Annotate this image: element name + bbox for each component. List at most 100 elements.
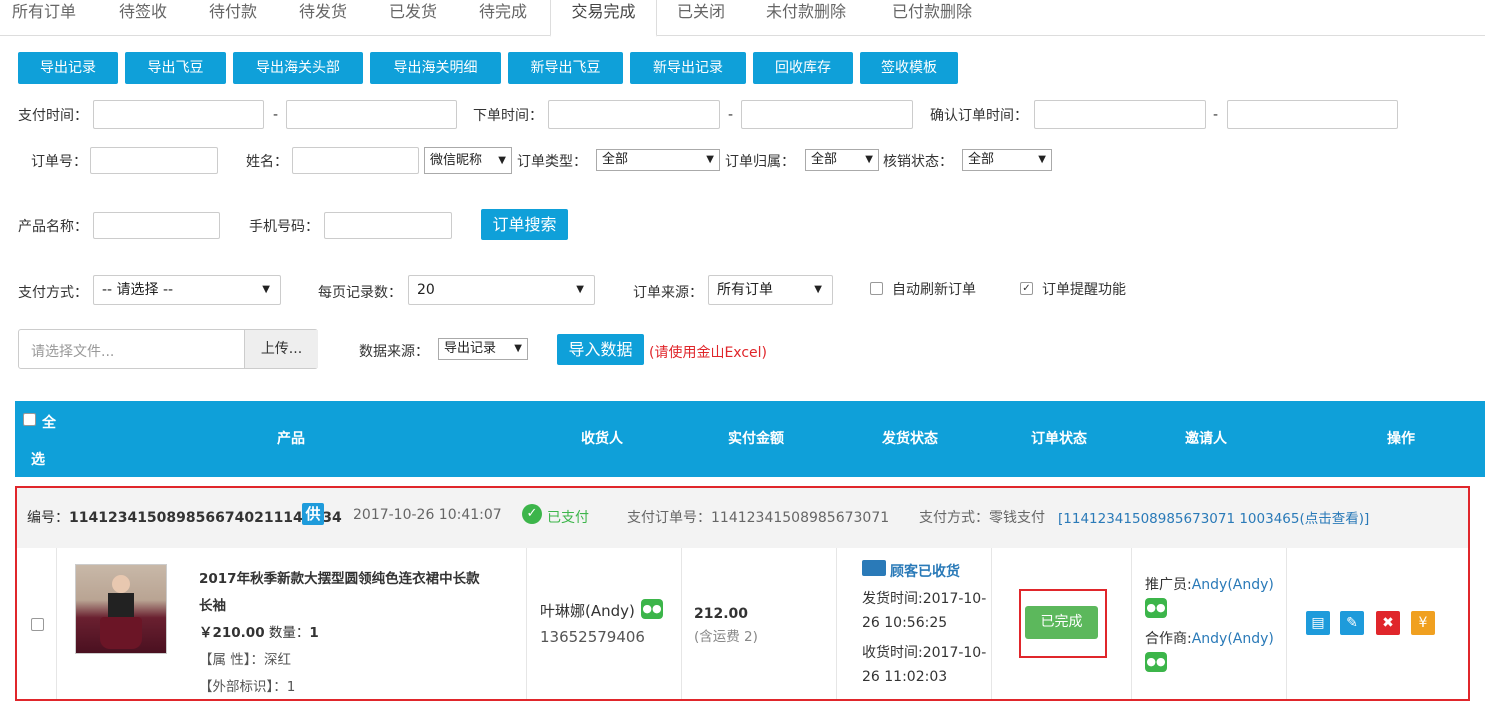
confirm-time-end-input[interactable] xyxy=(1227,100,1398,129)
order-number: 编号：1141234150898566740211141234 xyxy=(27,510,342,526)
order-owner-select[interactable]: 全部 ▼ xyxy=(805,149,879,171)
phone-input[interactable] xyxy=(324,212,452,239)
tab-completed[interactable]: 交易完成 xyxy=(550,0,657,37)
tab-closed[interactable]: 已关闭 xyxy=(677,0,725,36)
partner: 合作商:Andy(Andy) xyxy=(1145,631,1274,647)
confirm-time-start-input[interactable] xyxy=(1034,100,1206,129)
completed-status-button[interactable]: 已完成 xyxy=(1025,606,1098,639)
file-picker: 请选择文件... 上传... xyxy=(18,329,318,369)
file-input[interactable]: 请选择文件... xyxy=(31,341,114,361)
chevron-down-icon: ▼ xyxy=(576,284,584,295)
row-checkbox[interactable] xyxy=(31,618,44,631)
truck-icon xyxy=(862,560,886,576)
data-source-select[interactable]: 导出记录 ▼ xyxy=(438,338,528,360)
product-name-input[interactable] xyxy=(93,212,220,239)
order-reminder-checkbox[interactable]: ✓ xyxy=(1020,282,1033,295)
order-type-select[interactable]: 全部 ▼ xyxy=(596,149,720,171)
product-attribute: 【属 性】：深红 xyxy=(199,652,292,668)
tab-pending-complete[interactable]: 待完成 xyxy=(479,0,527,36)
wechat-icon[interactable]: ●● xyxy=(1145,598,1167,618)
inviter-cell: 推广员:Andy(Andy) ●● 合作商:Andy(Andy) ●● xyxy=(1132,548,1287,699)
order-reminder-label: 订单提醒功能 xyxy=(1042,282,1126,298)
receive-time-line-1: 收货时间:2017-10- xyxy=(862,645,987,661)
verify-status-label: 核销状态： xyxy=(883,154,953,170)
chevron-down-icon: ▼ xyxy=(514,343,522,354)
wechat-icon[interactable]: ●● xyxy=(1145,652,1167,672)
tab-all[interactable]: 所有订单 xyxy=(12,0,76,36)
receiver-name: 叶琳娜(Andy) xyxy=(540,602,635,620)
order-time-label: 下单时间： xyxy=(473,108,543,124)
paid-status: 已支付 xyxy=(547,510,589,526)
tab-shipped[interactable]: 已发货 xyxy=(389,0,437,36)
select-all-checkbox[interactable] xyxy=(23,413,36,426)
tab-unpaid-deleted[interactable]: 未付款删除 xyxy=(766,0,846,36)
page-size-select[interactable]: 20 ▼ xyxy=(408,275,595,305)
pay-method-select[interactable]: -- 请选择 -- ▼ xyxy=(93,275,281,305)
product-price-qty: ￥210.00 数量：1 xyxy=(199,625,319,641)
order-time: 2017-10-26 10:41:07 xyxy=(353,507,502,523)
col-inviter: 邀请人 xyxy=(1185,431,1227,447)
confirm-time-dash: - xyxy=(1213,107,1219,123)
tab-pending-ship[interactable]: 待发货 xyxy=(299,0,347,36)
new-export-feidou-button[interactable]: 新导出飞豆 xyxy=(508,52,623,84)
order-no-input[interactable] xyxy=(90,147,218,174)
export-feidou-button[interactable]: 导出飞豆 xyxy=(125,52,226,84)
product-price: ￥210.00 xyxy=(199,625,265,641)
phone-label: 手机号码： xyxy=(249,219,319,235)
chevron-down-icon: ▼ xyxy=(865,154,873,165)
tab-pending-sign[interactable]: 待签收 xyxy=(119,0,167,36)
product-name-label: 产品名称： xyxy=(18,219,88,235)
pay-detail-link[interactable]: [11412341508985673071 1003465(点击查看)] xyxy=(1058,507,1369,527)
product-qty: 1 xyxy=(309,625,319,641)
sign-template-button[interactable]: 签收模板 xyxy=(860,52,958,84)
amount-cell: 212.00 (含运费 2) xyxy=(682,548,837,699)
order-time-dash: - xyxy=(728,107,734,123)
refund-icon[interactable]: ¥ xyxy=(1411,611,1435,635)
order-status-cell: 已完成 xyxy=(992,548,1132,699)
order-time-start-input[interactable] xyxy=(548,100,720,129)
col-paid-amount: 实付金额 xyxy=(728,431,784,447)
import-hint: (请使用金山Excel) xyxy=(649,345,768,361)
order-header: 编号：1141234150898566740211141234 供 2017-1… xyxy=(17,488,1468,548)
delete-icon[interactable]: ✖ xyxy=(1376,611,1400,635)
wechat-icon[interactable]: ●● xyxy=(641,599,663,619)
pay-time-start-input[interactable] xyxy=(93,100,264,129)
chevron-down-icon: ▼ xyxy=(498,155,506,166)
export-customs-header-button[interactable]: 导出海关头部 xyxy=(233,52,363,84)
receiver-phone: 13652579406 xyxy=(540,628,645,646)
product-title-cont: 长袖 xyxy=(199,598,226,614)
import-data-button[interactable]: 导入数据 xyxy=(557,334,644,365)
table-header: 全 选 产品 收货人 实付金额 发货状态 订单状态 邀请人 操作 xyxy=(15,401,1485,477)
row-select-cell xyxy=(17,548,57,699)
receive-time-line-2: 26 11:02:03 xyxy=(862,669,948,685)
pay-time-end-input[interactable] xyxy=(286,100,457,129)
order-search-button[interactable]: 订单搜索 xyxy=(481,209,568,240)
recycle-stock-button[interactable]: 回收库存 xyxy=(753,52,853,84)
export-customs-detail-button[interactable]: 导出海关明细 xyxy=(370,52,501,84)
ship-time-line-1: 发货时间:2017-10- xyxy=(862,591,987,607)
name-label: 姓名： xyxy=(246,154,288,170)
ship-state: 顾客已收货 xyxy=(890,564,960,580)
upload-button[interactable]: 上传... xyxy=(244,330,318,368)
name-input[interactable] xyxy=(292,147,419,174)
name-type-select[interactable]: 微信昵称 ▼ xyxy=(424,147,512,174)
tab-paid-deleted[interactable]: 已付款删除 xyxy=(892,0,972,36)
chevron-down-icon: ▼ xyxy=(1038,154,1046,165)
auto-refresh-checkbox[interactable] xyxy=(870,282,883,295)
order-time-end-input[interactable] xyxy=(741,100,913,129)
view-detail-icon[interactable]: ▤ xyxy=(1306,611,1330,635)
export-records-button[interactable]: 导出记录 xyxy=(18,52,118,84)
order-source-select[interactable]: 所有订单 ▼ xyxy=(708,275,833,305)
data-source-label: 数据来源： xyxy=(359,344,429,360)
new-export-records-button[interactable]: 新导出记录 xyxy=(630,52,746,84)
product-image[interactable] xyxy=(75,564,167,654)
verify-status-select[interactable]: 全部 ▼ xyxy=(962,149,1052,171)
pay-time-dash: - xyxy=(273,107,279,123)
tab-pending-pay[interactable]: 待付款 xyxy=(209,0,257,36)
order-type-label: 订单类型： xyxy=(517,154,587,170)
order-card: 编号：1141234150898566740211141234 供 2017-1… xyxy=(15,486,1470,701)
pay-method-label: 支付方式： xyxy=(18,285,88,301)
product-title[interactable]: 2017年秋季新款大摆型圆领纯色连衣裙中长款 xyxy=(199,567,480,587)
edit-icon[interactable]: ✎ xyxy=(1340,611,1364,635)
chevron-down-icon: ▼ xyxy=(262,284,270,295)
